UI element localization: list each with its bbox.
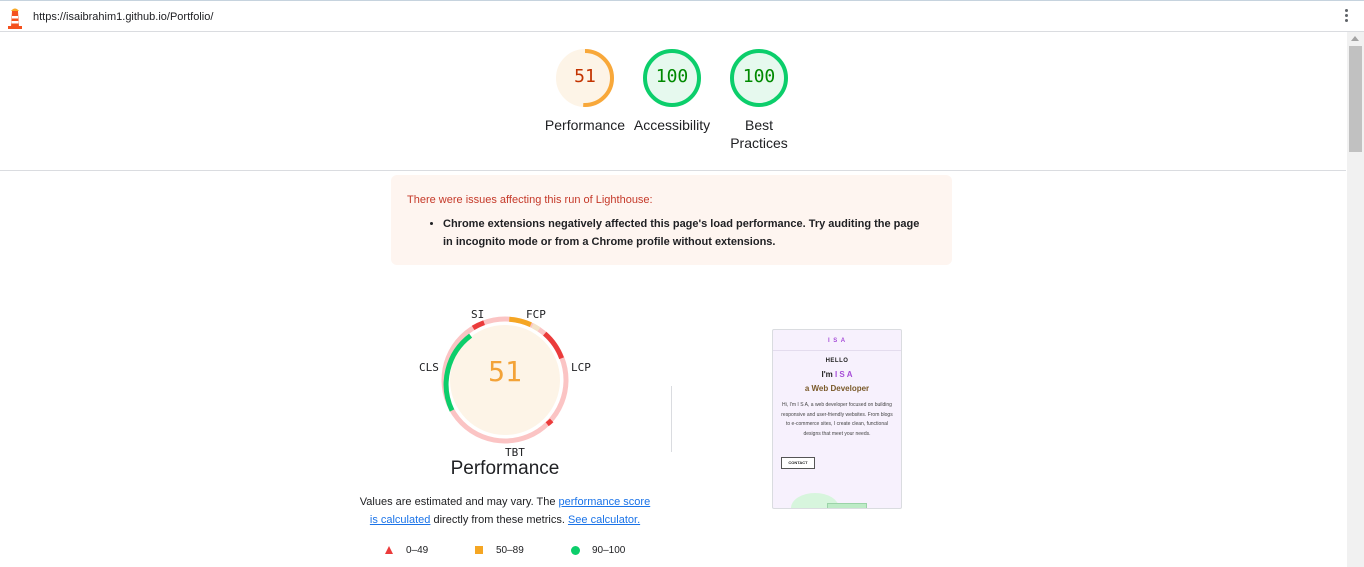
- preview-hello: HELLO: [825, 358, 849, 364]
- gauge-best-practices[interactable]: 100 Best Practices: [714, 48, 804, 152]
- tbt-segment: [545, 418, 554, 427]
- metric-label-cls[interactable]: CLS: [419, 361, 439, 374]
- accessibility-gauge-ring: 100: [642, 48, 702, 108]
- header-divider: [0, 170, 1346, 171]
- page-url: https://isaibrahim1.github.io/Portfolio/: [33, 11, 214, 23]
- preview-role: a Web Developer: [804, 384, 870, 393]
- warning-list: Chrome extensions negatively affected th…: [407, 215, 936, 251]
- best-practices-label: Best Practices: [730, 117, 788, 151]
- warning-item: Chrome extensions negatively affected th…: [443, 215, 923, 251]
- scrollbar[interactable]: [1347, 32, 1364, 567]
- warning-title: There were issues affecting this run of …: [407, 194, 653, 206]
- preview-contact-button: CONTACT: [781, 457, 815, 469]
- legend-pass: 90–100: [571, 545, 625, 556]
- gauge-accessibility[interactable]: 100 Accessibility: [627, 48, 717, 134]
- preview-intro: I'm I S A: [773, 370, 901, 379]
- lighthouse-logo-icon: [8, 8, 22, 29]
- preview-description: Hi, I'm I S A, a web developer focused o…: [781, 402, 893, 437]
- note-prefix: Values are estimated and may vary. The: [359, 496, 559, 508]
- accessibility-score: 100: [655, 66, 689, 87]
- si-segment: [471, 320, 485, 331]
- legend-fail-label: 0–49: [406, 545, 429, 556]
- scrollbar-thumb[interactable]: [1349, 46, 1362, 152]
- scroll-up-icon[interactable]: [1351, 36, 1359, 41]
- performance-detail-title: Performance: [450, 458, 560, 479]
- gauge-performance[interactable]: 51 Performance: [540, 48, 630, 134]
- preview-im-name: I S A: [834, 370, 853, 379]
- legend-fail: 0–49: [385, 545, 428, 556]
- lighthouse-top-bar: https://isaibrahim1.github.io/Portfolio/: [0, 0, 1364, 32]
- legend-average-label: 50–89: [496, 545, 524, 556]
- best-practices-gauge-ring: 100: [729, 48, 789, 108]
- performance-gauge-ring: 51: [555, 48, 615, 108]
- metric-label-lcp[interactable]: LCP: [571, 361, 591, 374]
- fcp-remainder-segment: [531, 323, 541, 332]
- preview-decoration-bar: [827, 503, 867, 508]
- metric-label-si[interactable]: SI: [471, 308, 484, 321]
- lighthouse-warning-box: There were issues affecting this run of …: [391, 175, 952, 265]
- see-calculator-link[interactable]: See calculator.: [568, 514, 640, 526]
- fail-triangle-icon: [385, 546, 393, 554]
- legend-pass-label: 90–100: [592, 545, 626, 556]
- more-options-icon[interactable]: [1343, 9, 1349, 25]
- average-square-icon: [475, 546, 483, 554]
- final-screenshot-preview[interactable]: I S A HELLO I'm I S A a Web Developer Hi…: [772, 329, 902, 509]
- preview-im-prefix: I'm: [821, 370, 835, 379]
- preview-brand: I S A: [773, 330, 901, 351]
- metric-label-fcp[interactable]: FCP: [526, 308, 546, 321]
- section-divider: [671, 386, 672, 452]
- performance-detail-score: 51: [488, 355, 522, 388]
- best-practices-score: 100: [742, 66, 776, 87]
- performance-label: Performance: [544, 117, 626, 133]
- legend-average: 50–89: [475, 545, 524, 556]
- performance-note: Values are estimated and may vary. The p…: [355, 493, 655, 529]
- accessibility-label: Accessibility: [633, 117, 711, 133]
- note-middle: directly from these metrics.: [430, 514, 568, 526]
- pass-circle-icon: [571, 546, 580, 555]
- performance-score: 51: [574, 66, 596, 87]
